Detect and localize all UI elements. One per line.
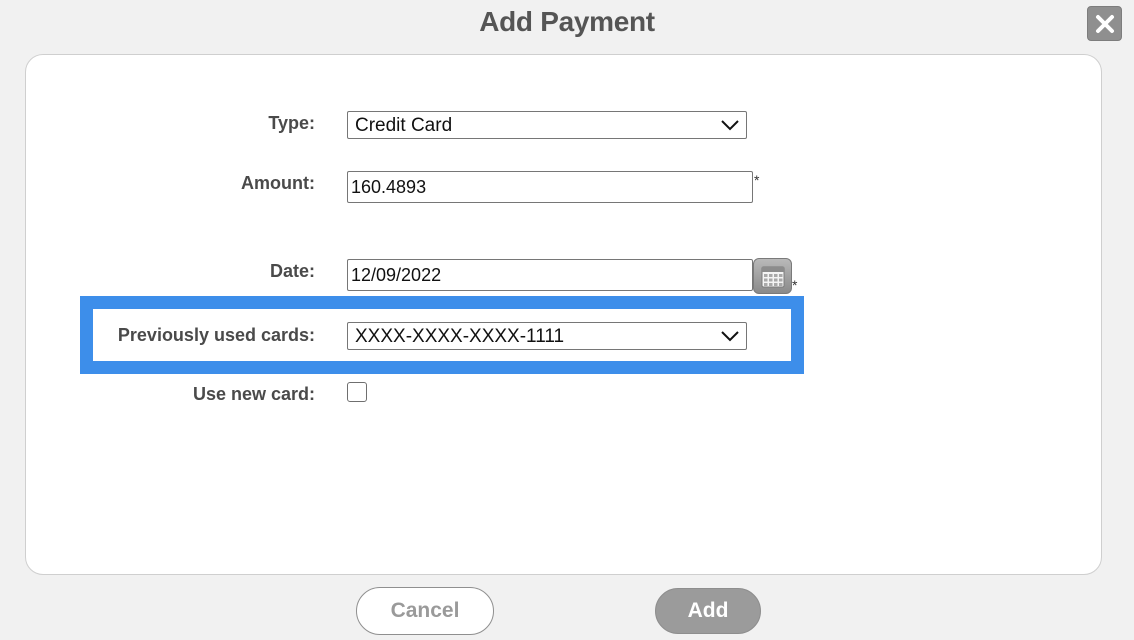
new-card-checkbox[interactable] [347, 382, 367, 402]
close-icon [1096, 15, 1114, 33]
type-select[interactable]: Credit Card [347, 111, 747, 139]
amount-input[interactable]: 160.4893 [347, 171, 753, 203]
date-input-value: 12/09/2022 [351, 265, 442, 285]
calendar-button[interactable] [753, 258, 792, 294]
dialog-title: Add Payment [479, 6, 655, 37]
date-required-mark: * [792, 277, 798, 293]
close-button[interactable] [1087, 6, 1122, 41]
date-label: Date: [269, 261, 315, 281]
amount-input-value: 160.4893 [351, 177, 427, 197]
add-button[interactable]: Add [655, 588, 761, 634]
previous-cards-label: Previously used cards: [117, 325, 315, 345]
chevron-down-icon [721, 120, 739, 131]
previous-cards-select-value: XXXX-XXXX-XXXX-1111 [355, 326, 565, 347]
calendar-icon [761, 266, 785, 288]
previous-cards-select[interactable]: XXXX-XXXX-XXXX-1111 [347, 322, 747, 350]
amount-required-mark: * [754, 172, 760, 188]
type-select-value: Credit Card [355, 115, 453, 136]
chevron-down-icon [721, 331, 739, 342]
cancel-button[interactable]: Cancel [356, 587, 494, 635]
date-input[interactable]: 12/09/2022 [347, 259, 753, 291]
type-label: Type: [268, 113, 315, 133]
new-card-label: Use new card: [192, 384, 315, 404]
amount-label: Amount: [241, 173, 315, 193]
